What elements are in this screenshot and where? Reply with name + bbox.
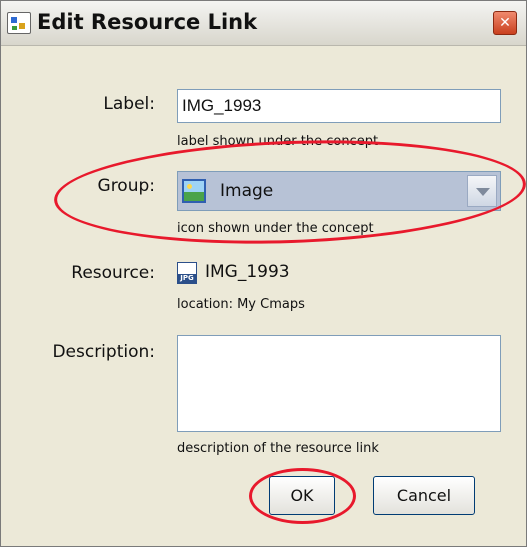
cancel-button[interactable]: Cancel xyxy=(373,476,475,515)
resource-location: location: My Cmaps xyxy=(177,297,305,312)
resource-name: IMG_1993 xyxy=(205,262,290,282)
group-field-label: Group: xyxy=(97,176,155,196)
window-title: Edit Resource Link xyxy=(37,10,258,34)
description-field-label: Description: xyxy=(52,342,155,362)
label-input[interactable] xyxy=(177,89,501,123)
group-select[interactable]: Image xyxy=(177,171,501,211)
group-hint: icon shown under the concept xyxy=(177,221,374,236)
resource-field-label: Resource: xyxy=(71,263,155,283)
close-icon[interactable] xyxy=(493,11,517,35)
group-selected-value: Image xyxy=(220,181,274,201)
title-bar[interactable]: Edit Resource Link xyxy=(1,1,526,46)
ok-button[interactable]: OK xyxy=(269,476,335,515)
edit-resource-link-dialog: Edit Resource Link Label: label shown un… xyxy=(0,0,528,547)
chevron-down-icon[interactable] xyxy=(467,175,497,207)
image-icon xyxy=(182,179,206,203)
label-hint: label shown under the concept xyxy=(177,134,379,149)
jpg-file-icon: JPG xyxy=(177,262,197,284)
cmap-app-icon xyxy=(7,12,31,34)
description-hint: description of the resource link xyxy=(177,441,379,456)
description-textarea[interactable] xyxy=(177,335,501,432)
label-field-label: Label: xyxy=(103,94,155,114)
